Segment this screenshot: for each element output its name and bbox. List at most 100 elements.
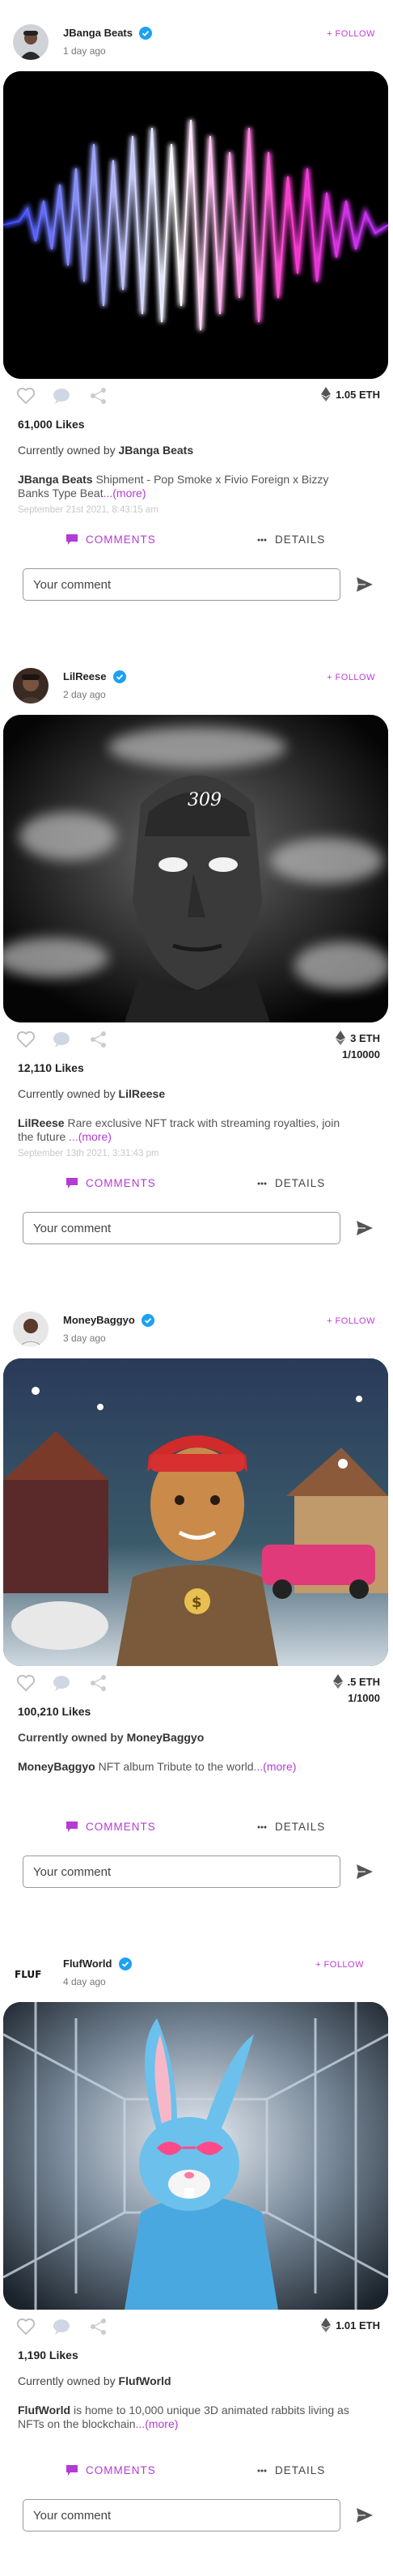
username[interactable]: MoneyBaggyo xyxy=(63,1314,135,1326)
share-icon[interactable] xyxy=(89,1031,108,1048)
like-count[interactable]: 12,110 Likes xyxy=(18,1061,84,1074)
comment-input[interactable] xyxy=(23,568,340,601)
price-block: 3 ETH 1/10000 xyxy=(336,1031,380,1061)
owner-name[interactable]: LilReese xyxy=(119,1087,166,1100)
comment-input[interactable] xyxy=(23,1855,340,1888)
follow-button[interactable]: + FOLLOW xyxy=(327,29,375,39)
follow-button[interactable]: + FOLLOW xyxy=(315,1960,364,1970)
feed-post: JBanga Beats 1 day ago + FOLLOW 1.05 ETH… xyxy=(0,0,393,644)
tab-comments[interactable]: COMMENTS xyxy=(66,1821,156,1833)
username[interactable]: JBanga Beats xyxy=(63,27,133,39)
post-caption: FlufWorld is home to 10,000 unique 3D an… xyxy=(18,2404,357,2431)
post-image[interactable]: 309 xyxy=(3,715,388,1022)
comment-bubble-icon[interactable] xyxy=(52,2318,71,2336)
post-header: JBanga Beats 1 day ago + FOLLOW xyxy=(11,23,383,62)
post-image[interactable]: $ xyxy=(3,1358,388,1666)
comment-row xyxy=(23,2499,374,2533)
share-icon[interactable] xyxy=(89,1674,108,1692)
avatar[interactable]: FLUF xyxy=(13,1955,49,1991)
comment-square-icon xyxy=(66,2465,78,2476)
caption-text: Rare exclusive NFT track with streaming … xyxy=(18,1116,340,1143)
comment-square-icon xyxy=(66,1821,78,1832)
share-icon[interactable] xyxy=(89,387,108,405)
tab-comments[interactable]: COMMENTS xyxy=(66,2464,156,2476)
waveform-artwork-icon xyxy=(3,71,388,379)
owner-name[interactable]: FlufWorld xyxy=(119,2374,171,2387)
post-image[interactable] xyxy=(3,2002,388,2310)
post-caption: JBanga Beats Shipment - Pop Smoke x Fivi… xyxy=(18,473,357,500)
like-count[interactable]: 1,190 Likes xyxy=(18,2349,78,2361)
user-block: FlufWorld 4 day ago xyxy=(63,1957,132,1987)
send-icon[interactable] xyxy=(356,1219,374,1237)
3d-rabbit-artwork-icon xyxy=(3,2002,388,2310)
follow-button[interactable]: + FOLLOW xyxy=(327,1316,375,1326)
owner-line: Currently owned by FlufWorld xyxy=(18,2374,171,2387)
like-count[interactable]: 61,000 Likes xyxy=(18,418,85,431)
tab-details[interactable]: DETAILS xyxy=(257,2464,325,2476)
user-block: MoneyBaggyo 3 day ago xyxy=(63,1313,155,1344)
verified-badge-icon xyxy=(139,26,153,40)
send-icon[interactable] xyxy=(356,2506,374,2524)
share-icon[interactable] xyxy=(89,2318,108,2336)
tab-details[interactable]: DETAILS xyxy=(257,1821,325,1833)
post-header: MoneyBaggyo 3 day ago + FOLLOW xyxy=(11,1310,383,1349)
send-icon[interactable] xyxy=(356,1863,374,1881)
post-caption: LilReese Rare exclusive NFT track with s… xyxy=(18,1116,357,1144)
avatar[interactable] xyxy=(13,668,49,704)
owner-name[interactable]: JBanga Beats xyxy=(119,444,194,457)
ethereum-icon xyxy=(336,1031,346,1045)
username[interactable]: LilReese xyxy=(63,670,106,682)
more-link[interactable]: ...(more) xyxy=(69,1130,112,1143)
comment-row xyxy=(23,568,374,602)
comment-bubble-icon[interactable] xyxy=(52,1674,71,1692)
tab-details[interactable]: DETAILS xyxy=(257,1177,325,1189)
heart-icon[interactable] xyxy=(16,387,36,405)
tab-details-label: DETAILS xyxy=(275,533,326,546)
user-block: JBanga Beats 1 day ago xyxy=(63,26,153,57)
tab-comments[interactable]: COMMENTS xyxy=(66,533,156,546)
tab-comments-label: COMMENTS xyxy=(86,533,156,546)
send-icon[interactable] xyxy=(356,576,374,593)
owner-prefix: Currently owned by xyxy=(18,444,116,457)
caption-username[interactable]: LilReese xyxy=(18,1116,65,1129)
cartoon-album-artwork-icon: $ xyxy=(3,1358,388,1666)
post-date: September 13th 2021, 3:31:43 pm xyxy=(18,1149,159,1158)
more-link[interactable]: ...(more) xyxy=(104,487,146,499)
caption-username[interactable]: JBanga Beats xyxy=(18,473,93,486)
more-link[interactable]: ...(more) xyxy=(136,2417,179,2430)
price: 3 ETH xyxy=(350,1031,380,1044)
comment-bubble-icon[interactable] xyxy=(52,1031,71,1048)
post-time: 2 day ago xyxy=(63,689,106,700)
tab-details[interactable]: DETAILS xyxy=(257,533,325,546)
follow-button[interactable]: + FOLLOW xyxy=(327,673,375,682)
heart-icon[interactable] xyxy=(16,1674,36,1692)
post-tabs: COMMENTS DETAILS xyxy=(60,533,367,550)
comment-input[interactable] xyxy=(23,1212,340,1244)
tab-comments-label: COMMENTS xyxy=(86,1177,156,1189)
ethereum-icon xyxy=(321,387,332,402)
tab-comments-label: COMMENTS xyxy=(86,2464,156,2476)
heart-icon[interactable] xyxy=(16,1031,36,1048)
post-time: 3 day ago xyxy=(63,1333,106,1344)
owner-line: Currently owned by JBanga Beats xyxy=(18,444,193,457)
avatar[interactable] xyxy=(13,1311,49,1347)
comment-bubble-icon[interactable] xyxy=(52,387,71,405)
more-link[interactable]: ...(more) xyxy=(254,1760,297,1773)
ethereum-icon xyxy=(332,1674,343,1689)
owner-name[interactable]: MoneyBaggyo xyxy=(127,1731,205,1744)
caption-username[interactable]: MoneyBaggyo xyxy=(18,1760,95,1773)
like-count[interactable]: 100,210 Likes xyxy=(18,1705,91,1718)
verified-badge-icon xyxy=(142,1313,155,1327)
username[interactable]: FlufWorld xyxy=(63,1958,112,1970)
avatar[interactable] xyxy=(13,24,49,60)
post-image[interactable] xyxy=(3,71,388,379)
ellipsis-icon xyxy=(257,1182,267,1184)
owner-prefix: Currently owned by xyxy=(18,2374,116,2387)
tab-comments[interactable]: COMMENTS xyxy=(66,1177,156,1189)
heart-icon[interactable] xyxy=(16,2318,36,2336)
comment-input[interactable] xyxy=(23,2499,340,2531)
owner-prefix: Currently owned by xyxy=(18,1087,116,1100)
svg-text:309: 309 xyxy=(188,790,222,810)
caption-username[interactable]: FlufWorld xyxy=(18,2404,70,2417)
price: 1.05 ETH xyxy=(336,388,380,401)
